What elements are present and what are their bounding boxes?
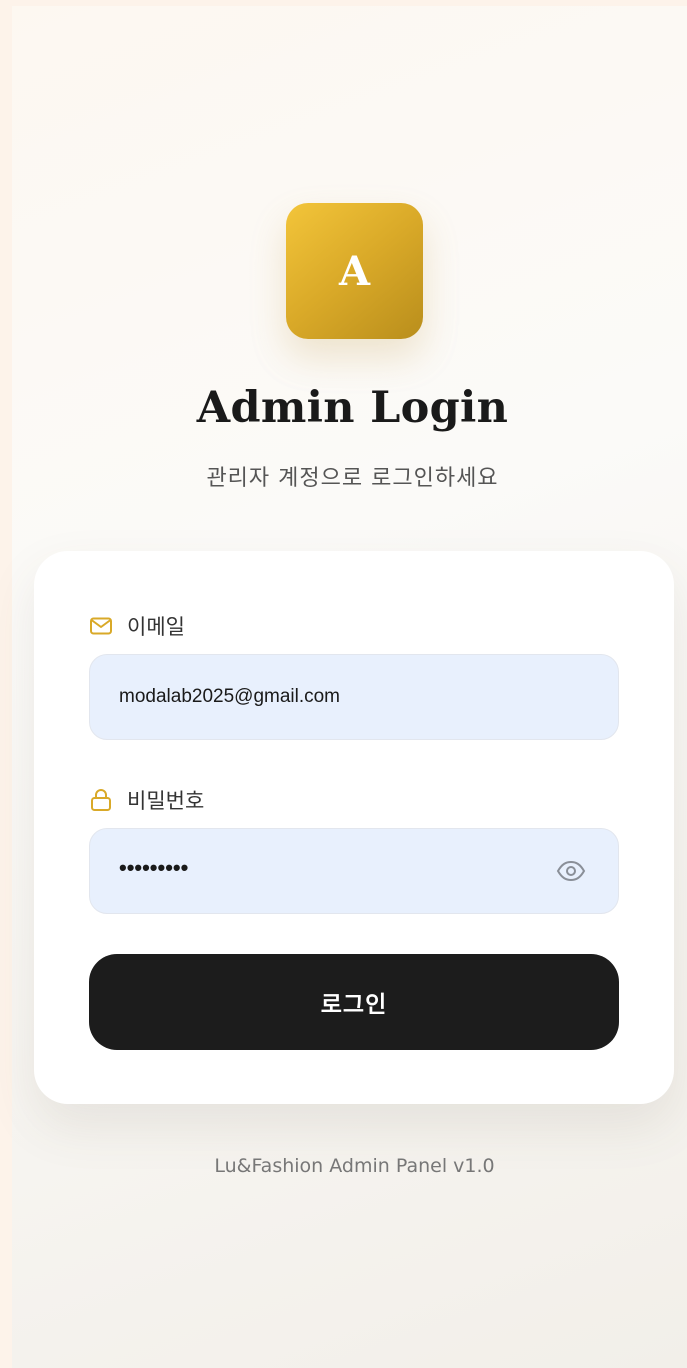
password-label: 비밀번호 — [89, 785, 204, 815]
mail-icon — [89, 614, 113, 638]
password-field-value: ••••••••• — [119, 855, 189, 880]
footer-version: Lu&Fashion Admin Panel v1.0 — [214, 1155, 495, 1177]
email-label-text: 이메일 — [127, 615, 185, 639]
top-border — [0, 0, 687, 6]
eye-icon[interactable] — [555, 857, 587, 885]
lock-icon — [89, 788, 113, 812]
email-label: 이메일 — [89, 611, 185, 641]
logo-letter: A — [338, 247, 371, 295]
page-subtitle: 관리자 계정으로 로그인하세요 — [206, 466, 499, 491]
login-button[interactable]: 로그인 — [89, 954, 619, 1050]
email-field[interactable]: modalab2025@gmail.com — [89, 654, 619, 740]
page-title: Admin Login — [196, 383, 509, 433]
password-label-text: 비밀번호 — [127, 789, 205, 813]
password-field[interactable]: ••••••••• — [89, 828, 619, 914]
app-logo: A — [286, 203, 423, 339]
email-field-value: modalab2025@gmail.com — [119, 686, 341, 707]
